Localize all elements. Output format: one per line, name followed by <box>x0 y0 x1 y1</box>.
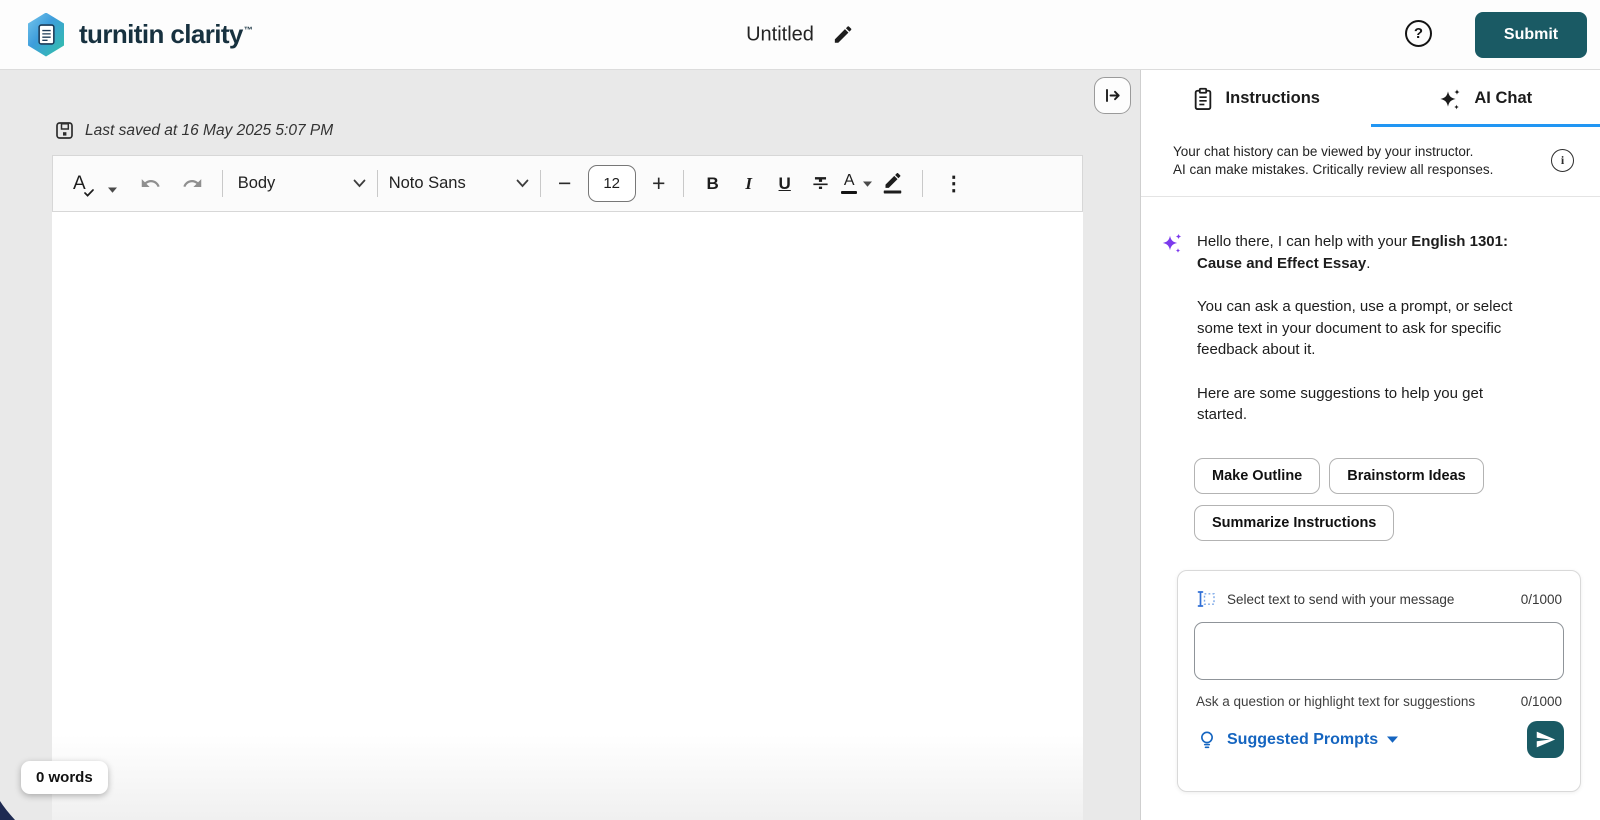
suggestion-chips: Make Outline Brainstorm Ideas Summarize … <box>1141 457 1600 541</box>
chevron-down-icon <box>353 179 366 188</box>
tab-instructions[interactable]: Instructions <box>1141 70 1371 127</box>
input-hint-row: Ask a question or highlight text for sug… <box>1194 694 1564 709</box>
chat-composer: Select text to send with your message 0/… <box>1177 570 1581 792</box>
undo-button[interactable] <box>133 164 169 204</box>
chat-disclaimer: Your chat history can be viewed by your … <box>1141 127 1600 197</box>
redo-icon <box>183 179 202 187</box>
send-button[interactable] <box>1527 721 1564 758</box>
more-options-button[interactable]: ⋮ <box>936 164 972 204</box>
input-hint: Ask a question or highlight text for sug… <box>1196 694 1476 709</box>
select-text-row: Select text to send with your message 0/… <box>1194 585 1564 609</box>
font-family-dropdown[interactable]: Noto Sans <box>389 164 529 204</box>
input-counter: 0/1000 <box>1520 694 1562 709</box>
more-vertical-icon: ⋮ <box>943 173 964 195</box>
clarity-logo-icon <box>28 12 64 57</box>
caret-down-icon <box>863 181 873 187</box>
font-size-input[interactable] <box>587 165 636 202</box>
document-title-group: Untitled <box>746 23 854 46</box>
toolbar-divider <box>539 170 541 197</box>
spellcheck-button[interactable]: A <box>73 174 117 197</box>
highlight-button[interactable] <box>875 164 911 204</box>
tab-ai-chat-label: AI Chat <box>1474 89 1533 107</box>
underline-icon: U <box>778 173 791 193</box>
suggested-prompts-label: Suggested Prompts <box>1227 730 1379 748</box>
pencil-icon <box>834 26 852 43</box>
info-icon: i <box>1560 153 1565 167</box>
font-family-value: Noto Sans <box>388 174 466 192</box>
composer-actions: Suggested Prompts <box>1194 721 1564 758</box>
message-text: Hello there, I can help with your Englis… <box>1197 231 1537 448</box>
paragraph-style-dropdown[interactable]: Body <box>238 164 366 204</box>
document-icon <box>37 24 55 45</box>
tab-ai-chat[interactable]: AI Chat <box>1370 70 1600 127</box>
submit-button[interactable]: Submit <box>1475 12 1587 58</box>
greeting-paragraph: Hello there, I can help with your Englis… <box>1197 233 1508 272</box>
italic-button[interactable]: I <box>731 164 767 204</box>
caret-down-icon <box>107 187 117 193</box>
editor-workspace: Last saved at 16 May 2025 5:07 PM A Body <box>0 70 1140 820</box>
toolbar-divider <box>682 170 684 197</box>
save-status: Last saved at 16 May 2025 5:07 PM <box>55 121 333 140</box>
caret-down-icon <box>1387 736 1399 743</box>
italic-icon: I <box>745 173 752 193</box>
formatting-toolbar: A Body Noto Sans − 12 + B I U A ⋮ <box>52 155 1083 212</box>
decrease-font-size-button[interactable]: − <box>552 170 578 197</box>
ai-greeting-message: Hello there, I can help with your Englis… <box>1141 197 1600 448</box>
ai-chat-panel: Instructions AI Chat Your chat history c… <box>1140 70 1600 820</box>
strikethrough-button[interactable] <box>803 164 839 204</box>
sparkle-icon <box>1440 88 1461 109</box>
text-color-icon: A <box>843 171 855 189</box>
document-title: Untitled <box>746 23 814 45</box>
chevron-down-icon <box>516 179 529 188</box>
collapse-panel-icon <box>1106 89 1120 102</box>
underline-button[interactable]: U <box>767 164 803 204</box>
disclaimer-text: Your chat history can be viewed by your … <box>1173 143 1494 177</box>
last-saved-text: Last saved at 16 May 2025 5:07 PM <box>85 121 334 139</box>
select-text-icon <box>1197 591 1215 607</box>
strikethrough-icon <box>813 177 828 190</box>
undo-icon <box>141 179 160 187</box>
select-text-counter: 0/1000 <box>1520 591 1562 607</box>
suggestion-brainstorm-ideas[interactable]: Brainstorm Ideas <box>1329 457 1484 494</box>
word-count-badge: 0 words <box>21 761 108 794</box>
increase-font-size-button[interactable]: + <box>646 170 672 197</box>
suggested-prompts-button[interactable]: Suggested Prompts <box>1196 729 1399 751</box>
send-icon <box>1536 731 1556 748</box>
greeting-paragraph: You can ask a question, use a prompt, or… <box>1197 298 1513 358</box>
question-mark-icon: ? <box>1413 25 1424 42</box>
chat-message-input[interactable] <box>1194 622 1564 680</box>
suggestion-make-outline[interactable]: Make Outline <box>1194 457 1321 494</box>
toolbar-divider <box>376 170 378 197</box>
check-icon <box>83 189 94 197</box>
edit-title-button[interactable] <box>832 24 854 46</box>
redo-button[interactable] <box>175 164 211 204</box>
collapse-panel-button[interactable] <box>1094 77 1131 114</box>
save-icon <box>56 122 73 139</box>
help-button[interactable]: ? <box>1405 20 1432 47</box>
cursor-artifact <box>0 801 15 820</box>
bold-button[interactable]: B <box>695 164 731 204</box>
ai-sparkle-icon <box>1162 233 1182 253</box>
toolbar-divider <box>221 170 223 197</box>
lightbulb-icon <box>1201 730 1213 748</box>
brand-logo: turnitin clarity™ <box>26 12 253 57</box>
clipboard-icon <box>1194 87 1211 110</box>
bold-icon: B <box>706 173 719 193</box>
document-page[interactable] <box>52 212 1083 820</box>
trademark: ™ <box>243 25 253 36</box>
toolbar-divider <box>921 170 923 197</box>
font-size-stepper: − + <box>552 165 672 202</box>
color-bar <box>841 190 858 195</box>
select-text-label: Select text to send with your message <box>1227 591 1455 607</box>
paragraph-style-value: Body <box>237 174 276 192</box>
highlighter-icon <box>883 173 902 194</box>
app-header: turnitin clarity™ Untitled ? Submit <box>0 0 1600 70</box>
tab-instructions-label: Instructions <box>1225 89 1320 107</box>
text-color-button[interactable]: A <box>839 164 875 204</box>
brand-name: turnitin clarity™ <box>79 19 253 49</box>
info-button[interactable]: i <box>1551 149 1574 172</box>
panel-tabs: Instructions AI Chat <box>1141 70 1600 127</box>
greeting-paragraph: Here are some suggestions to help you ge… <box>1197 384 1484 424</box>
suggestion-summarize-instructions[interactable]: Summarize Instructions <box>1194 504 1395 541</box>
